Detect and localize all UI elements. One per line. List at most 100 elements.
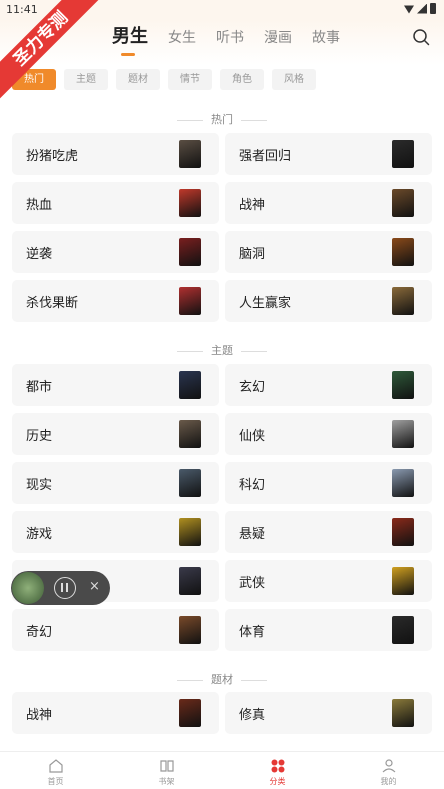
search-icon[interactable] (412, 28, 430, 46)
home-icon (48, 759, 63, 773)
category-card[interactable]: 武侠 (225, 560, 432, 602)
book-cover (392, 518, 414, 546)
book-cover (179, 140, 201, 168)
category-card[interactable]: 战神 (225, 182, 432, 224)
category-label: 热血 (26, 198, 53, 213)
tab-story[interactable]: 故事 (312, 28, 340, 48)
book-cover (392, 140, 414, 168)
section-title-hot: 热门 (0, 111, 444, 127)
album-cover (12, 572, 44, 604)
book-cover (392, 469, 414, 497)
status-icons (404, 3, 436, 14)
book-cover (179, 616, 201, 644)
nav-category[interactable]: 分类 (222, 752, 333, 789)
nav-label: 首页 (47, 777, 64, 786)
category-card[interactable]: 现实 (12, 462, 219, 504)
chip-genre[interactable]: 题材 (116, 69, 160, 90)
category-grid-genre: 战神 修真 (12, 692, 432, 734)
book-cover (179, 287, 201, 315)
chip-plot[interactable]: 情节 (168, 69, 212, 90)
category-label: 游戏 (26, 527, 53, 542)
nav-label: 书架 (158, 777, 175, 786)
nav-bookshelf[interactable]: 书架 (111, 752, 222, 789)
category-card[interactable]: 都市 (12, 364, 219, 406)
category-card[interactable]: 热血 (12, 182, 219, 224)
category-grid-hot: 扮猪吃虎 强者回归 热血 战神 逆袭 脑洞 杀伐果断 人生赢家 (12, 133, 432, 322)
category-label: 体育 (239, 625, 266, 640)
tab-male[interactable]: 男生 (112, 26, 148, 56)
chip-style[interactable]: 风格 (272, 69, 316, 90)
book-cover (179, 238, 201, 266)
section-title-text: 热门 (211, 113, 233, 126)
battery-icon (430, 3, 436, 14)
category-label: 修真 (239, 708, 266, 723)
close-icon[interactable]: × (89, 579, 100, 594)
section-title-genre: 题材 (0, 671, 444, 687)
chip-theme[interactable]: 主题 (64, 69, 108, 90)
section-title-theme: 主题 (0, 342, 444, 358)
filter-chips: 热门 主题 题材 情节 角色 风格 (12, 69, 316, 90)
category-card[interactable]: 扮猪吃虎 (12, 133, 219, 175)
category-label: 强者回归 (239, 149, 292, 164)
book-cover (179, 189, 201, 217)
book-cover (392, 616, 414, 644)
book-cover (392, 371, 414, 399)
category-label: 脑洞 (239, 247, 266, 262)
book-cover (179, 699, 201, 727)
book-cover (392, 699, 414, 727)
section-title-text: 题材 (211, 673, 233, 686)
category-card[interactable]: 人生赢家 (225, 280, 432, 322)
category-card[interactable]: 体育 (225, 609, 432, 651)
nav-home[interactable]: 首页 (0, 752, 111, 789)
category-card[interactable]: 逆袭 (12, 231, 219, 273)
category-card[interactable]: 玄幻 (225, 364, 432, 406)
category-label: 现实 (26, 478, 53, 493)
book-cover (392, 238, 414, 266)
category-card[interactable]: 战神 (12, 692, 219, 734)
bottom-nav: 首页 书架 分类 我的 (0, 751, 444, 789)
category-label: 战神 (239, 198, 266, 213)
category-card[interactable]: 奇幻 (12, 609, 219, 651)
category-label: 都市 (26, 380, 53, 395)
category-label: 仙侠 (239, 429, 266, 444)
book-cover (179, 567, 201, 595)
book-cover (392, 189, 414, 217)
channel-tabs: 男生 女生 听书 漫画 故事 (112, 26, 360, 56)
book-cover (179, 518, 201, 546)
section-title-text: 主题 (211, 344, 233, 357)
bookshelf-icon (159, 760, 174, 772)
category-card[interactable]: 仙侠 (225, 413, 432, 455)
category-card[interactable]: 强者回归 (225, 133, 432, 175)
category-label: 历史 (26, 429, 53, 444)
category-card[interactable]: 悬疑 (225, 511, 432, 553)
category-label: 战神 (26, 708, 53, 723)
status-time: 11:41 (6, 3, 38, 16)
tab-comic[interactable]: 漫画 (264, 28, 292, 48)
category-card[interactable]: 杀伐果断 (12, 280, 219, 322)
book-cover (179, 371, 201, 399)
category-label: 奇幻 (26, 625, 53, 640)
category-label: 逆袭 (26, 247, 53, 262)
pause-icon[interactable] (54, 577, 76, 599)
category-card[interactable]: 游戏 (12, 511, 219, 553)
book-cover (179, 469, 201, 497)
tab-audiobook[interactable]: 听书 (216, 28, 244, 48)
audio-mini-player[interactable]: × (11, 571, 110, 605)
category-label: 人生赢家 (239, 296, 292, 311)
book-cover (179, 420, 201, 448)
category-card[interactable]: 历史 (12, 413, 219, 455)
category-card[interactable]: 科幻 (225, 462, 432, 504)
book-cover (392, 567, 414, 595)
nav-label: 分类 (269, 777, 286, 786)
category-label: 悬疑 (239, 527, 266, 542)
category-icon (271, 759, 284, 773)
chip-role[interactable]: 角色 (220, 69, 264, 90)
book-cover (392, 287, 414, 315)
nav-profile[interactable]: 我的 (333, 752, 444, 789)
category-label: 扮猪吃虎 (26, 149, 79, 164)
category-label: 杀伐果断 (26, 296, 79, 311)
category-card[interactable]: 修真 (225, 692, 432, 734)
category-card[interactable]: 脑洞 (225, 231, 432, 273)
category-label: 玄幻 (239, 380, 266, 395)
tab-female[interactable]: 女生 (168, 28, 196, 48)
